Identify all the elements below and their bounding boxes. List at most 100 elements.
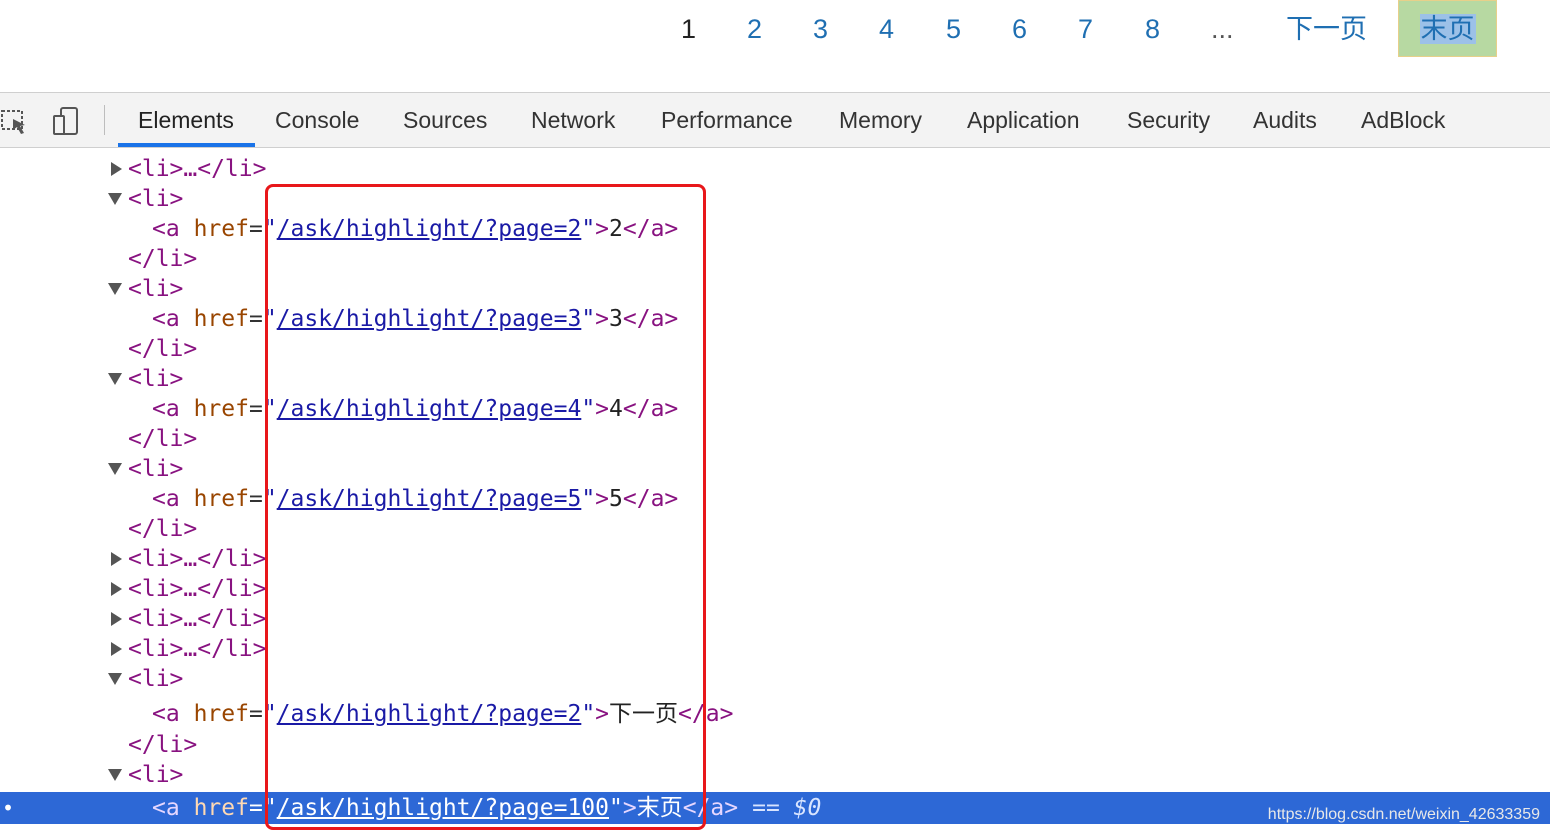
a-close-tag: </a> xyxy=(622,396,679,422)
li-close-tag: </li> xyxy=(128,516,198,542)
tree-node-a[interactable]: <a href="/ask/highlight/?page=5">5</a> xyxy=(0,484,1550,514)
inspect-element-icon[interactable] xyxy=(0,105,30,137)
tree-node-li-collapsed[interactable]: <li>…</li> xyxy=(0,634,1550,664)
tab-performance[interactable]: Performance xyxy=(661,93,793,147)
tab-console[interactable]: Console xyxy=(275,93,359,147)
li-open-tag: <li> xyxy=(128,186,184,212)
tree-node-li-open[interactable]: <li> xyxy=(0,184,1550,214)
collapse-arrow-icon[interactable] xyxy=(106,454,124,484)
li-collapsed-tag: <li>…</li> xyxy=(128,546,267,572)
a-close-tag: </a> xyxy=(682,795,739,821)
anchor-line: <a href="/ask/highlight/?page=2">2</a> xyxy=(152,216,679,242)
tab-sources[interactable]: Sources xyxy=(403,93,487,147)
li-open-tag: <li> xyxy=(128,366,184,392)
page-link-5[interactable]: 5 xyxy=(946,10,961,48)
tree-node-a[interactable]: <a href="/ask/highlight/?page=2">2</a> xyxy=(0,214,1550,244)
a-close-tag: </a> xyxy=(678,701,734,727)
tab-memory[interactable]: Memory xyxy=(839,93,922,147)
last-page-label: 末页 xyxy=(1419,14,1476,44)
a-open-tag: <a xyxy=(152,701,180,727)
watermark: https://blog.csdn.net/weixin_42633359 xyxy=(1267,806,1540,823)
tree-node-li-close: </li> xyxy=(0,730,1550,760)
console-ref-badge: == $0 xyxy=(752,795,822,821)
collapse-arrow-icon[interactable] xyxy=(106,274,124,304)
href-attr-name: href xyxy=(193,701,249,727)
toolbar-divider xyxy=(104,105,105,135)
tab-audits[interactable]: Audits xyxy=(1253,93,1317,147)
expand-arrow-icon[interactable] xyxy=(108,544,126,574)
tree-node-li-open[interactable]: <li> xyxy=(0,454,1550,484)
href-link-page-2[interactable]: /ask/highlight/?page=2 xyxy=(277,216,582,242)
expand-arrow-icon[interactable] xyxy=(108,604,126,634)
anchor-text: 5 xyxy=(609,486,623,512)
tab-adblock[interactable]: AdBlock xyxy=(1361,93,1445,147)
anchor-line: <a href="/ask/highlight/?page=2">下一页</a> xyxy=(152,701,734,727)
href-link-page-3[interactable]: /ask/highlight/?page=3 xyxy=(277,306,582,332)
pagination-bar: 1 2 3 4 5 6 7 8 ... 下一页 末页 xyxy=(0,0,1550,92)
tree-node-li-collapsed[interactable]: <li>…</li> xyxy=(0,604,1550,634)
a-open-tag: <a xyxy=(152,795,180,821)
anchor-line: <a href="/ask/highlight/?page=5">5</a> xyxy=(152,486,679,512)
page-link-7[interactable]: 7 xyxy=(1078,10,1093,48)
tree-node-li-collapsed[interactable]: <li>…</li> xyxy=(0,574,1550,604)
expand-arrow-icon[interactable] xyxy=(108,574,126,604)
next-page-link[interactable]: 下一页 xyxy=(1286,10,1367,48)
collapse-arrow-icon[interactable] xyxy=(106,664,124,694)
tree-node-li-close: </li> xyxy=(0,424,1550,454)
a-open-tag: <a xyxy=(152,306,180,332)
page-link-1[interactable]: 1 xyxy=(681,10,696,48)
tree-node-li-collapsed[interactable]: <li>…</li> xyxy=(0,544,1550,574)
tree-node-li-close: </li> xyxy=(0,514,1550,544)
tab-network[interactable]: Network xyxy=(531,93,615,147)
href-link-next-page[interactable]: /ask/highlight/?page=2 xyxy=(277,701,582,727)
tree-node-a[interactable]: <a href="/ask/highlight/?page=4">4</a> xyxy=(0,394,1550,424)
anchor-line: <a href="/ask/highlight/?page=4">4</a> xyxy=(152,396,679,422)
a-close-tag: </a> xyxy=(622,306,679,332)
expand-arrow-icon[interactable] xyxy=(108,154,126,184)
tree-node-li-open[interactable]: <li> xyxy=(0,274,1550,304)
tab-application[interactable]: Application xyxy=(967,93,1080,147)
tree-node-li-open[interactable]: <li> xyxy=(0,664,1550,694)
page-link-6[interactable]: 6 xyxy=(1012,10,1027,48)
li-open-tag: <li> xyxy=(128,762,184,788)
href-attr-name: href xyxy=(193,486,249,512)
tree-node-a[interactable]: <a href="/ask/highlight/?page=2">下一页</a> xyxy=(0,699,1550,729)
anchor-text: 下一页 xyxy=(609,701,679,727)
active-tab-indicator xyxy=(118,143,255,147)
anchor-text: 3 xyxy=(609,306,623,332)
last-page-link[interactable]: 末页 xyxy=(1398,0,1497,57)
href-link-page-4[interactable]: /ask/highlight/?page=4 xyxy=(277,396,582,422)
li-open-tag: <li> xyxy=(128,666,184,692)
a-open-tag: <a xyxy=(152,486,180,512)
href-attr-name: href xyxy=(193,306,249,332)
elements-tree: <li>…</li> <li> <a href="/ask/highlight/… xyxy=(0,148,1550,832)
collapse-arrow-icon[interactable] xyxy=(106,760,124,790)
li-open-tag: <li> xyxy=(128,456,184,482)
li-collapsed-tag: <li>…</li> xyxy=(128,636,267,662)
li-close-tag: </li> xyxy=(128,336,198,362)
collapse-arrow-icon[interactable] xyxy=(106,364,124,394)
href-attr-name: href xyxy=(193,216,249,242)
page-link-8[interactable]: 8 xyxy=(1145,10,1160,48)
href-link-last-page[interactable]: /ask/highlight/?page=100 xyxy=(277,795,609,821)
tree-node-li-collapsed[interactable]: <li>…</li> xyxy=(0,154,1550,184)
collapse-arrow-icon[interactable] xyxy=(106,184,124,214)
page-link-3[interactable]: 3 xyxy=(813,10,828,48)
a-close-tag: </a> xyxy=(622,486,679,512)
li-open-tag: <li> xyxy=(128,276,184,302)
tree-node-li-open[interactable]: <li> xyxy=(0,364,1550,394)
li-close-tag: </li> xyxy=(128,732,198,758)
expand-arrow-icon[interactable] xyxy=(108,634,126,664)
page-link-4[interactable]: 4 xyxy=(879,10,894,48)
tab-security[interactable]: Security xyxy=(1127,93,1210,147)
li-collapsed-tag: <li>…</li> xyxy=(128,156,267,182)
href-attr-name: href xyxy=(193,795,249,821)
tree-node-a[interactable]: <a href="/ask/highlight/?page=3">3</a> xyxy=(0,304,1550,334)
href-link-page-5[interactable]: /ask/highlight/?page=5 xyxy=(277,486,582,512)
tree-node-li-open[interactable]: <li> xyxy=(0,760,1550,790)
devtools-toolbar: Elements Console Sources Network Perform… xyxy=(0,92,1550,148)
device-toolbar-icon[interactable] xyxy=(52,105,82,137)
page-link-2[interactable]: 2 xyxy=(747,10,762,48)
li-close-tag: </li> xyxy=(128,426,198,452)
tab-elements[interactable]: Elements xyxy=(138,93,234,147)
